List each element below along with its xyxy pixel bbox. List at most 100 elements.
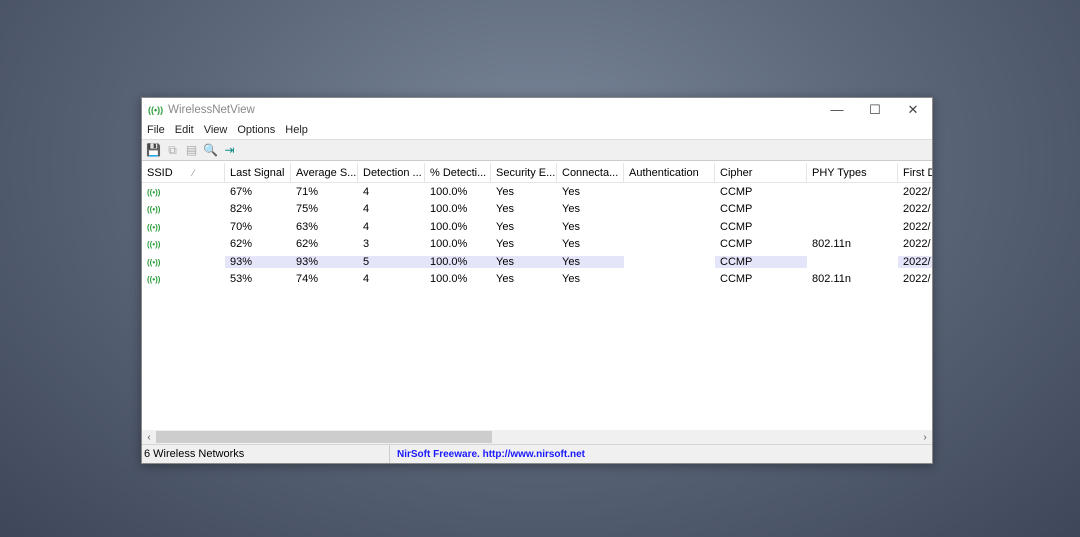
cell-text: 2022/	[903, 203, 931, 216]
wireless-signal-icon: ((•))	[147, 257, 161, 267]
column-header[interactable]: Connecta...	[557, 163, 624, 183]
table-cell: Yes	[491, 238, 557, 250]
cell-text: Yes	[562, 220, 580, 233]
menu-options[interactable]: Options	[237, 124, 275, 136]
cell-text: 4	[363, 185, 370, 198]
wireless-app-icon: ((•))	[148, 104, 164, 115]
cell-text: 74%	[296, 273, 319, 286]
table-cell: 71%	[291, 186, 358, 198]
wireless-signal-icon: ((•))	[147, 240, 161, 250]
table-cell: 100.0%	[425, 221, 491, 233]
sort-indicator-icon: ⁄	[192, 167, 195, 178]
maximize-button[interactable]: ☐	[856, 98, 894, 121]
table-cell: 100.0%	[425, 203, 491, 215]
cell-text: CCMP	[720, 203, 753, 216]
table-cell: Yes	[491, 203, 557, 215]
cell-text: 4	[363, 203, 370, 216]
column-header-label: Security E...	[496, 166, 556, 179]
table-row[interactable]: ((•)) 70% 63% 4 100.0% Yes Yes CCMP 2022/	[142, 218, 932, 236]
column-header-label: Last Signal	[230, 166, 285, 179]
column-header[interactable]: Detection ...	[358, 163, 425, 183]
table-cell: CCMP	[715, 238, 807, 250]
menu-bar: File Edit View Options Help	[142, 121, 932, 139]
cell-text: Yes	[562, 238, 580, 251]
menu-file[interactable]: File	[147, 124, 165, 136]
table-row[interactable]: ((•)) 53% 74% 4 100.0% Yes Yes CCMP 802.11n 2022/	[142, 271, 932, 289]
table-cell: Yes	[557, 203, 624, 215]
table-cell: 4	[358, 186, 425, 198]
column-header[interactable]: Average S...	[291, 163, 358, 183]
save-icon[interactable]: 💾	[146, 143, 161, 158]
cell-text: 2022/	[903, 255, 931, 268]
exit-icon[interactable]: ⇥	[222, 143, 237, 158]
table-cell: Yes	[557, 186, 624, 198]
column-header[interactable]: First D	[898, 163, 932, 183]
cell-text: CCMP	[720, 273, 753, 286]
network-count: 6 Wireless Networks	[142, 445, 390, 463]
column-header[interactable]: PHY Types	[807, 163, 898, 183]
column-header-label: SSID	[147, 166, 173, 179]
nirsoft-link[interactable]: NirSoft Freeware. http://www.nirsoft.net	[390, 449, 585, 460]
column-header[interactable]: Last Signal	[225, 163, 291, 183]
table-cell: 802.11n	[807, 273, 898, 285]
column-header[interactable]: Security E...	[491, 163, 557, 183]
cell-text: Yes	[562, 203, 580, 216]
cell-text: 53%	[230, 273, 253, 286]
column-header-label: PHY Types	[812, 166, 867, 179]
table-cell: Yes	[557, 238, 624, 250]
column-header[interactable]: Cipher	[715, 163, 807, 183]
table-cell: 93%	[291, 255, 358, 268]
table-cell: 2022/	[898, 221, 932, 233]
cell-text: Yes	[496, 273, 514, 286]
table-row[interactable]: ((•)) 82% 75% 4 100.0% Yes Yes CCMP 2022/	[142, 201, 932, 219]
status-bar: 6 Wireless Networks NirSoft Freeware. ht…	[142, 444, 932, 463]
networks-table: SSID ⁄ Last Signal Average S... Detection ..…	[142, 163, 932, 430]
scroll-left-icon[interactable]: ‹	[142, 432, 156, 443]
cell-text: CCMP	[720, 185, 753, 198]
table-cell: 100.0%	[425, 186, 491, 198]
cell-text: 5	[363, 255, 370, 268]
table-row[interactable]: ((•)) 62% 62% 3 100.0% Yes Yes CCMP 802.11n 2022/	[142, 236, 932, 254]
cell-text: 82%	[230, 203, 253, 216]
cell-text: CCMP	[720, 220, 753, 233]
cell-text: 802.11n	[812, 273, 851, 286]
menu-edit[interactable]: Edit	[175, 124, 194, 136]
menu-help[interactable]: Help	[285, 124, 308, 136]
table-row[interactable]: ((•)) 93% 93% 5 100.0% Yes Yes CCMP 2022/	[142, 253, 932, 271]
cell-text: Yes	[496, 185, 514, 198]
scrollbar-thumb[interactable]	[156, 431, 492, 443]
close-button[interactable]: ✕	[894, 98, 932, 121]
horizontal-scrollbar[interactable]: ‹ ›	[142, 430, 932, 444]
cell-text: Yes	[496, 238, 514, 251]
cell-text: 2022/	[903, 185, 931, 198]
column-header[interactable]: Authentication	[624, 163, 715, 183]
html-report-icon[interactable]: 🔍	[203, 143, 218, 158]
table-cell: ((•))	[142, 203, 225, 215]
wireless-signal-icon: ((•))	[147, 222, 161, 232]
properties-icon[interactable]: ▤	[184, 143, 199, 158]
cell-text: Yes	[562, 273, 580, 286]
table-cell: Yes	[557, 221, 624, 233]
cell-text: 75%	[296, 203, 319, 216]
table-cell: ((•))	[142, 273, 225, 285]
cell-text: 100.0%	[430, 203, 468, 216]
column-header[interactable]: % Detecti...	[425, 163, 491, 183]
column-header[interactable]: SSID ⁄	[142, 163, 225, 183]
column-header-label: Cipher	[720, 166, 753, 179]
table-cell: Yes	[491, 255, 557, 268]
minimize-button[interactable]: —	[818, 98, 856, 121]
cell-text: Yes	[496, 220, 514, 233]
table-cell: 67%	[225, 186, 291, 198]
table-cell: 5	[358, 255, 425, 268]
window-title: WirelessNetView	[168, 103, 255, 116]
menu-view[interactable]: View	[204, 124, 228, 136]
cell-text: Yes	[562, 255, 580, 268]
scroll-right-icon[interactable]: ›	[918, 432, 932, 443]
cell-text: 100.0%	[430, 238, 468, 251]
table-cell: 2022/	[898, 273, 932, 285]
table-row[interactable]: ((•)) 67% 71% 4 100.0% Yes Yes CCMP 2022/	[142, 183, 932, 201]
cell-text: 4	[363, 273, 370, 286]
copy-icon[interactable]: ⧉	[165, 143, 180, 158]
table-cell: Yes	[491, 221, 557, 233]
column-header-label: % Detecti...	[430, 166, 487, 179]
